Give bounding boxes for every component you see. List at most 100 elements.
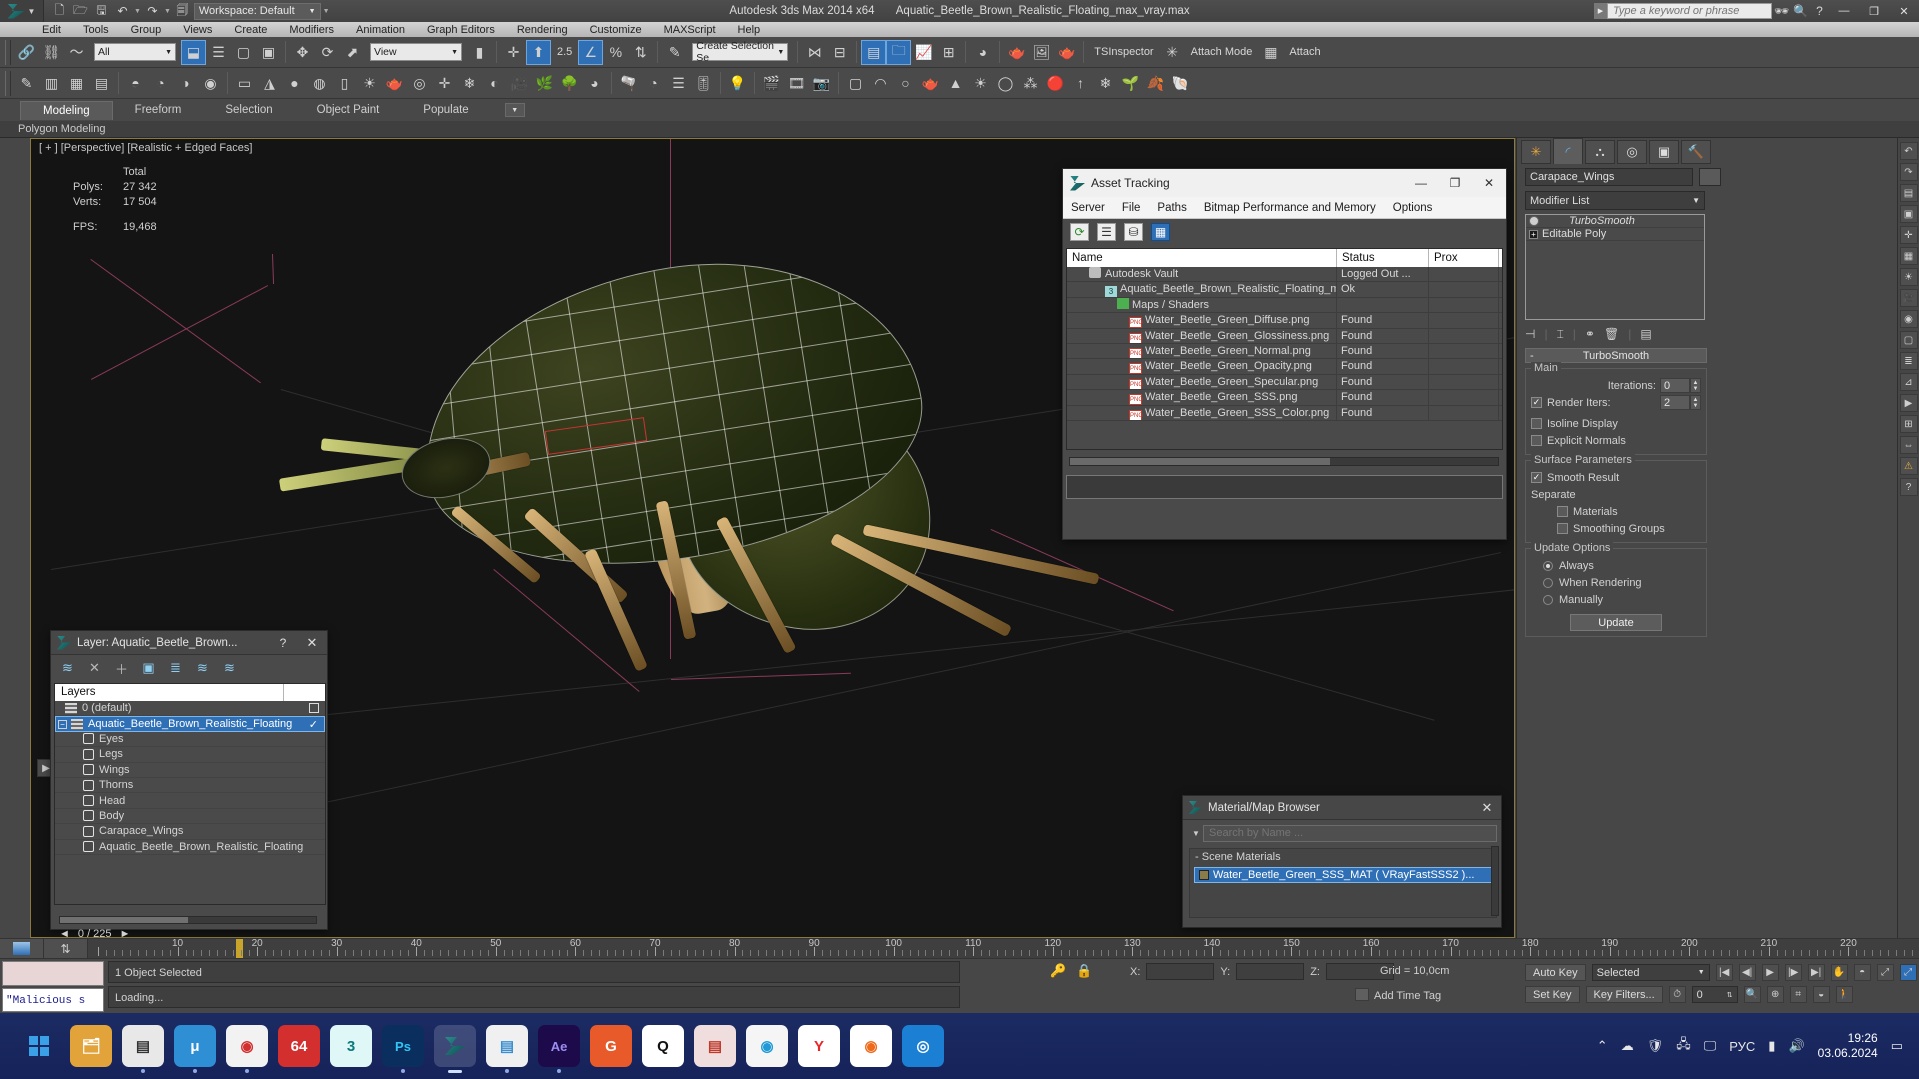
hide-layer-icon[interactable]: ≋: [194, 660, 211, 676]
smooth-result-row[interactable]: ✓ Smooth Result: [1531, 469, 1701, 486]
help-icon[interactable]: ?: [1899, 478, 1918, 496]
leaf-icon[interactable]: 🍂: [1143, 71, 1168, 96]
layer-list[interactable]: Layers 0 (default) − Aquatic_Beetle_Brow…: [54, 683, 326, 905]
attach-grid-icon[interactable]: ▦: [1258, 40, 1283, 65]
list-item[interactable]: Aquatic_Beetle_Brown_Realistic_Floating: [55, 840, 325, 855]
beetle-3d-model[interactable]: [261, 231, 1161, 869]
cylinder-icon[interactable]: ▯: [332, 71, 357, 96]
tab-freeform[interactable]: Freeform: [113, 101, 204, 120]
monitor-icon[interactable]: 🖵: [1704, 1038, 1717, 1054]
binoculars-icon[interactable]: 🕶: [1772, 2, 1791, 20]
rock-icon[interactable]: ◕: [582, 71, 607, 96]
help-circle-icon[interactable]: ?: [1810, 2, 1829, 20]
list-item[interactable]: Thorns: [55, 778, 325, 794]
shield-icon[interactable]: 🛡: [1647, 1038, 1664, 1054]
mini-listener-output[interactable]: [2, 961, 104, 986]
table-row[interactable]: PNG Water_Beetle_Green_SSS.png Found: [1067, 390, 1502, 406]
at-menu-file[interactable]: File: [1122, 202, 1141, 214]
select-and-move-icon[interactable]: ✥: [290, 40, 315, 65]
maximize-viewport-icon[interactable]: ⤢: [1899, 964, 1917, 981]
when-rendering-radio-row[interactable]: When Rendering: [1531, 574, 1701, 591]
help-search-icon[interactable]: 🔍: [1791, 2, 1810, 20]
ribbon-overflow-icon[interactable]: ▼: [504, 103, 525, 117]
bind-to-space-warp-icon[interactable]: 〜: [64, 40, 89, 65]
zoom-all-icon[interactable]: ⊕: [1766, 986, 1784, 1003]
select-and-link-icon[interactable]: 🔗: [14, 40, 39, 65]
menu-item-group[interactable]: Group: [131, 24, 162, 36]
material-preview-icon[interactable]: ◔: [641, 71, 666, 96]
key-selection-dropdown[interactable]: Selected ▼: [1591, 964, 1710, 981]
settings-list-icon[interactable]: ☰: [666, 71, 691, 96]
create-new-layer-icon[interactable]: ≋: [59, 660, 76, 676]
key-icon[interactable]: 🔑: [1050, 963, 1066, 979]
rollout-header[interactable]: - TurboSmooth: [1525, 348, 1707, 363]
list-item[interactable]: Body: [55, 809, 325, 825]
calculator-icon[interactable]: ▤: [122, 1025, 164, 1073]
cone-icon[interactable]: ◮: [257, 71, 282, 96]
spacewarp-icon[interactable]: ❄: [457, 71, 482, 96]
render-setup-icon[interactable]: 🫖: [1004, 40, 1029, 65]
play-animation-icon[interactable]: ▶: [1761, 964, 1779, 981]
pitcher-icon[interactable]: 🫗: [616, 71, 641, 96]
camera-icon[interactable]: 🎥: [1899, 289, 1918, 307]
toolbar-grip[interactable]: [5, 70, 11, 96]
table-row[interactable]: PNG Water_Beetle_Green_Diffuse.png Found: [1067, 313, 1502, 329]
scene-explorer-icon[interactable]: 🗀: [886, 39, 912, 65]
list-item[interactable]: Legs: [55, 747, 325, 763]
cube-icon[interactable]: ▢: [1899, 331, 1918, 349]
layer-hide-toggle[interactable]: [309, 703, 319, 714]
tab-create[interactable]: ✳: [1521, 140, 1551, 164]
helper-icon[interactable]: ✛: [432, 71, 457, 96]
standard-primitives-icon[interactable]: ◓: [123, 71, 148, 96]
time-ruler[interactable]: (function(){ var r=document.currentScrip…: [88, 938, 1919, 959]
snaps-toggle-icon[interactable]: ⬆: [526, 39, 551, 65]
volume-icon[interactable]: 🔊: [1788, 1038, 1804, 1054]
named-selection-set-dropdown[interactable]: Create Selection Se ▼: [692, 40, 789, 64]
at-menu-paths[interactable]: Paths: [1157, 202, 1186, 214]
table-icon[interactable]: ▦: [1151, 222, 1170, 241]
spinner-snap-toggle-icon[interactable]: ⇅: [628, 40, 653, 65]
y-field[interactable]: [1236, 963, 1305, 980]
shell-icon[interactable]: 🐚: [1168, 71, 1193, 96]
network-icon[interactable]: ▮: [1768, 1038, 1775, 1054]
sliders-icon[interactable]: 🎚: [691, 71, 716, 96]
make-unique-icon[interactable]: ⚭: [1585, 327, 1595, 341]
always-radio-row[interactable]: Always: [1531, 557, 1701, 574]
notepad-icon[interactable]: ▤: [486, 1025, 528, 1073]
tab-selection[interactable]: Selection: [203, 101, 294, 120]
chevron-down-icon[interactable]: ▼: [1189, 829, 1203, 838]
menu-item-help[interactable]: Help: [738, 24, 761, 36]
layer-dialog-close-button[interactable]: ✕: [297, 635, 327, 651]
render-frame-icon[interactable]: ▤: [89, 71, 114, 96]
time-slider-handle[interactable]: [236, 938, 243, 959]
light-icon[interactable]: ☀: [1899, 268, 1918, 286]
teapot-icon[interactable]: 🫖: [382, 71, 407, 96]
asset-tracking-maximize-button[interactable]: ❐: [1438, 169, 1472, 197]
cone-light-icon[interactable]: ▲: [943, 71, 968, 96]
snowflake-icon[interactable]: ❄: [1093, 71, 1118, 96]
material-browser-scrollbar[interactable]: [1491, 846, 1499, 916]
go-to-end-icon[interactable]: ▶|: [1807, 964, 1825, 981]
list-icon[interactable]: ☰: [1097, 222, 1116, 241]
list-item[interactable]: − Aquatic_Beetle_Brown_Realistic_Floatin…: [55, 716, 325, 732]
list-item[interactable]: Eyes: [55, 732, 325, 748]
object-name-field[interactable]: [1525, 168, 1693, 186]
set-key-button[interactable]: Set Key: [1525, 986, 1580, 1003]
orbit-icon[interactable]: ◓: [1853, 964, 1871, 981]
menu-item-maxscript[interactable]: MAXScript: [664, 24, 716, 36]
current-frame-field[interactable]: 0 ⇅: [1691, 986, 1738, 1003]
window-crossing-icon[interactable]: ▣: [256, 40, 281, 65]
camera-icon[interactable]: 🎥: [507, 71, 532, 96]
menu-item-customize[interactable]: Customize: [590, 24, 642, 36]
grid-icon[interactable]: ▦: [1899, 247, 1918, 265]
column-header-name[interactable]: Name: [1067, 249, 1337, 267]
tab-modify[interactable]: ◜: [1553, 138, 1583, 164]
pan-view-icon[interactable]: ✋: [1830, 964, 1848, 981]
3dsmax-active-icon[interactable]: [434, 1025, 476, 1073]
menu-item-animation[interactable]: Animation: [356, 24, 405, 36]
64-app-icon[interactable]: 64: [278, 1025, 320, 1067]
maxscript-mini-listener[interactable]: "Malicious s: [2, 988, 104, 1012]
material-map-browser-dialog[interactable]: Material/Map Browser ✕ ▼ - Scene Materia…: [1182, 795, 1502, 928]
schematic-view-icon[interactable]: ⊞: [936, 40, 961, 65]
select-object-icon[interactable]: ⬓: [181, 39, 206, 65]
